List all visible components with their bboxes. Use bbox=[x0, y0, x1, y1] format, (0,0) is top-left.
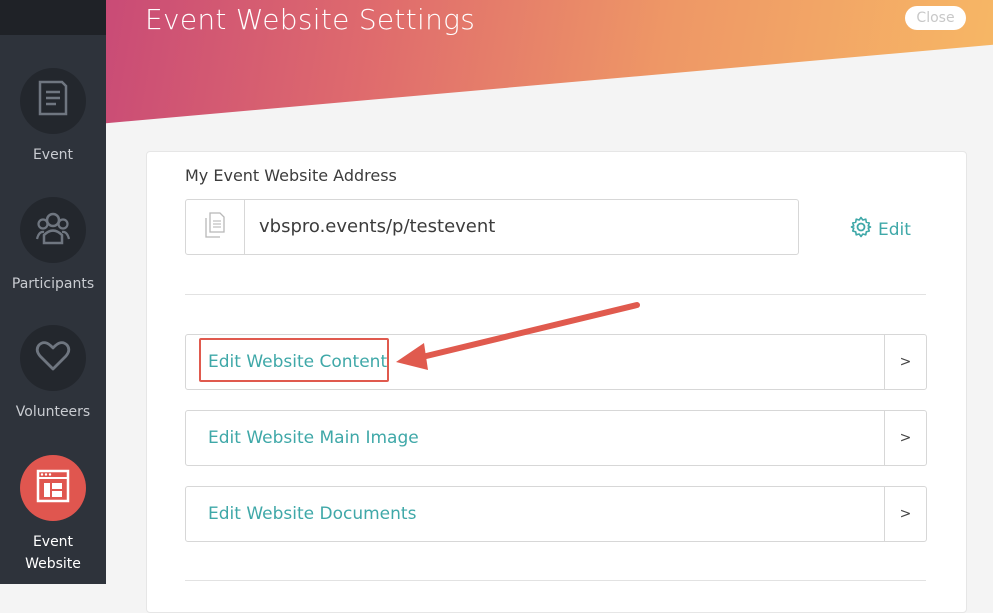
row-label: Edit Website Documents bbox=[208, 504, 417, 524]
sidebar-item-participants[interactable]: Participants bbox=[0, 197, 106, 295]
edit-website-main-image-row[interactable]: Edit Website Main Image > bbox=[185, 410, 927, 466]
website-address-input[interactable] bbox=[259, 200, 779, 254]
nav-circle bbox=[20, 325, 86, 391]
sidebar-item-event-website[interactable]: Event Website bbox=[0, 455, 106, 575]
chevron-right-icon[interactable]: > bbox=[884, 335, 926, 389]
nav-circle bbox=[20, 68, 86, 134]
edit-website-documents-row[interactable]: Edit Website Documents > bbox=[185, 486, 927, 542]
people-icon bbox=[35, 211, 71, 249]
sidebar-item-volunteers[interactable]: Volunteers bbox=[0, 325, 106, 423]
sidebar-item-label: Event Website bbox=[25, 534, 81, 572]
chevron-right-icon[interactable]: > bbox=[884, 487, 926, 541]
sidebar: Event Participants Volunteers Event Webs… bbox=[0, 0, 106, 584]
nav-circle bbox=[20, 197, 86, 263]
divider bbox=[185, 294, 926, 295]
close-button[interactable]: Close bbox=[905, 6, 966, 30]
chevron-right-icon[interactable]: > bbox=[884, 411, 926, 465]
gear-icon bbox=[850, 216, 872, 243]
document-icon bbox=[36, 80, 70, 122]
website-icon bbox=[36, 469, 70, 507]
nav-circle bbox=[20, 455, 86, 521]
sidebar-item-label: Participants bbox=[11, 276, 95, 292]
edit-label: Edit bbox=[878, 219, 911, 240]
row-label: Edit Website Main Image bbox=[208, 428, 419, 448]
copy-icon-cell[interactable] bbox=[186, 200, 245, 254]
edit-address-button[interactable]: Edit bbox=[850, 216, 911, 243]
heart-icon bbox=[35, 340, 71, 376]
sidebar-item-event[interactable]: Event bbox=[0, 68, 106, 166]
page-title: Event Website Settings bbox=[145, 3, 476, 36]
copy-icon[interactable] bbox=[204, 212, 226, 242]
address-field bbox=[185, 199, 799, 255]
sidebar-item-label: Volunteers bbox=[15, 404, 91, 420]
annotation-highlight-box bbox=[199, 338, 389, 382]
sidebar-item-label: Event bbox=[32, 147, 74, 163]
divider bbox=[185, 580, 926, 581]
sidebar-top-bar bbox=[0, 0, 106, 35]
address-label: My Event Website Address bbox=[185, 166, 397, 185]
